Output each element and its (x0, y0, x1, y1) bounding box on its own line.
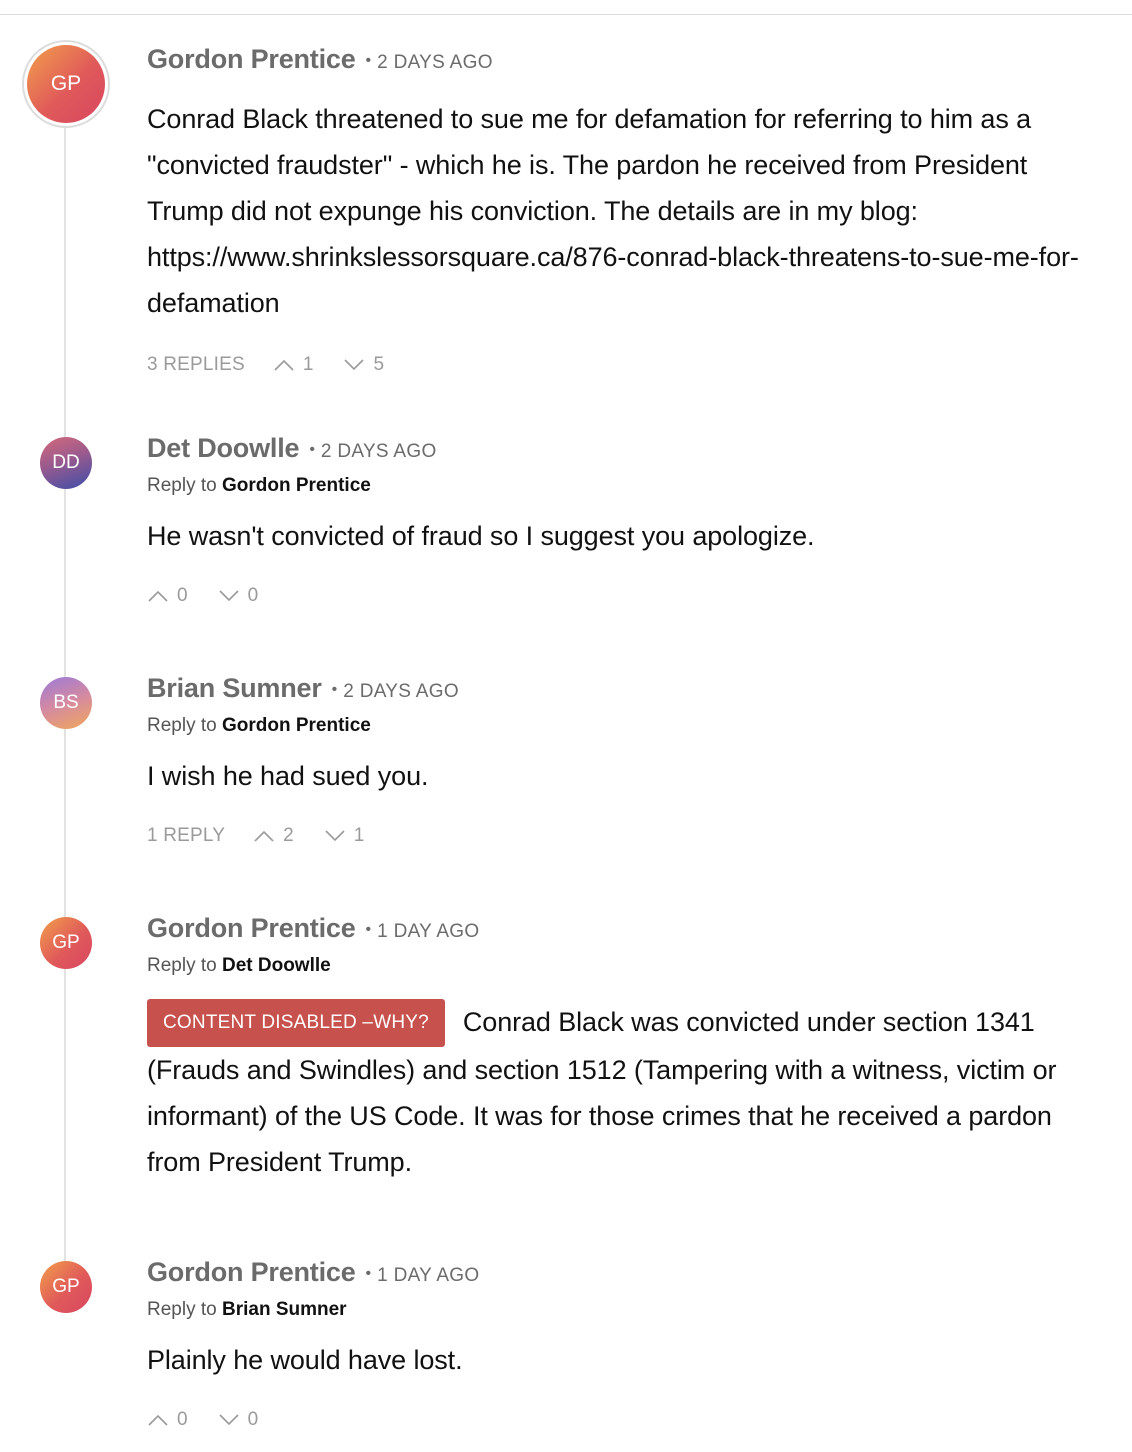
downvote-count: 0 (247, 585, 259, 606)
reply-to-author[interactable]: Det Doowlle (222, 955, 331, 976)
timestamp: 2 DAYS AGO (377, 52, 493, 73)
chevron-down-icon (344, 359, 365, 371)
timestamp: 1 DAY AGO (377, 921, 480, 942)
chevron-down-icon (219, 1414, 239, 1426)
comment-text: Plainly he would have lost. (147, 1345, 463, 1375)
chevron-up-icon (254, 830, 274, 842)
avatar[interactable]: GP (40, 1261, 92, 1313)
author-name[interactable]: Det Doowlle (147, 433, 300, 464)
timestamp: 1 DAY AGO (377, 1265, 480, 1286)
avatar[interactable]: DD (40, 437, 92, 489)
separator-dot: • (365, 52, 372, 69)
upvote-count: 0 (177, 585, 188, 606)
upvote-button[interactable]: 1 (273, 354, 314, 376)
downvote-count: 1 (353, 825, 365, 846)
chevron-up-icon (148, 1414, 168, 1426)
downvote-button[interactable]: 0 (218, 585, 259, 607)
reply-to-author[interactable]: Brian Sumner (222, 1299, 347, 1320)
content-disabled-button[interactable]: CONTENT DISABLED –WHY? (147, 999, 445, 1047)
comment-text: I wish he had sued you. (147, 761, 429, 791)
separator-dot: • (365, 921, 372, 938)
replies-link[interactable]: 1 REPLY (147, 825, 225, 847)
comment-text: He wasn't convicted of fraud so I sugges… (147, 521, 815, 551)
author-name[interactable]: Brian Sumner (147, 673, 322, 704)
avatar[interactable]: GP (40, 917, 92, 969)
comment-text: Conrad Black threatened to sue me for de… (147, 104, 1079, 318)
upvote-button[interactable]: 2 (253, 825, 294, 847)
comment-text: CONTENT DISABLED –WHY? Conrad Black was c… (147, 999, 1102, 1185)
top-divider (0, 14, 1132, 15)
reply-to: Reply to Det Doowlle (147, 955, 1102, 983)
reply-prefix: Reply to (147, 715, 217, 736)
reply-prefix: Reply to (147, 1299, 217, 1320)
upvote-button[interactable]: 0 (147, 585, 188, 607)
chevron-down-icon (325, 830, 345, 842)
downvote-count: 0 (247, 1409, 259, 1430)
separator-dot: • (331, 681, 338, 698)
reply-to-author[interactable]: Gordon Prentice (222, 475, 371, 496)
timestamp: 2 DAYS AGO (343, 681, 459, 702)
avatar-initials: GP (27, 45, 105, 123)
avatar[interactable]: GP (22, 40, 110, 128)
reply-to-author[interactable]: Gordon Prentice (222, 715, 371, 736)
avatar-initials: GP (52, 1276, 80, 1297)
author-name[interactable]: Gordon Prentice (147, 913, 356, 944)
reply-to: Reply to Gordon Prentice (147, 475, 1102, 503)
timestamp: 2 DAYS AGO (320, 441, 437, 462)
chevron-up-icon (148, 590, 168, 602)
reply-prefix: Reply to (147, 955, 217, 976)
separator-dot: • (309, 441, 315, 458)
upvote-count: 2 (283, 825, 294, 846)
separator-dot: • (365, 1265, 372, 1282)
upvote-button[interactable]: 0 (147, 1409, 188, 1431)
replies-link[interactable]: 3 REPLIES (147, 354, 245, 376)
downvote-button[interactable]: 0 (218, 1409, 259, 1431)
avatar-initials: GP (52, 932, 80, 953)
upvote-count: 0 (177, 1409, 188, 1430)
chevron-up-icon (274, 359, 294, 371)
downvote-button[interactable]: 1 (324, 825, 365, 847)
avatar-initials: DD (52, 452, 80, 473)
author-name[interactable]: Gordon Prentice (147, 44, 356, 75)
reply-prefix: Reply to (147, 475, 217, 496)
chevron-down-icon (219, 590, 239, 602)
upvote-count: 1 (302, 354, 314, 375)
author-name[interactable]: Gordon Prentice (147, 1257, 356, 1288)
avatar[interactable]: BS (40, 677, 92, 729)
reply-to: Reply to Gordon Prentice (147, 715, 1102, 743)
downvote-button[interactable]: 5 (343, 354, 384, 376)
downvote-count: 5 (373, 354, 385, 375)
reply-to: Reply to Brian Sumner (147, 1299, 1102, 1327)
avatar-initials: BS (53, 692, 79, 713)
